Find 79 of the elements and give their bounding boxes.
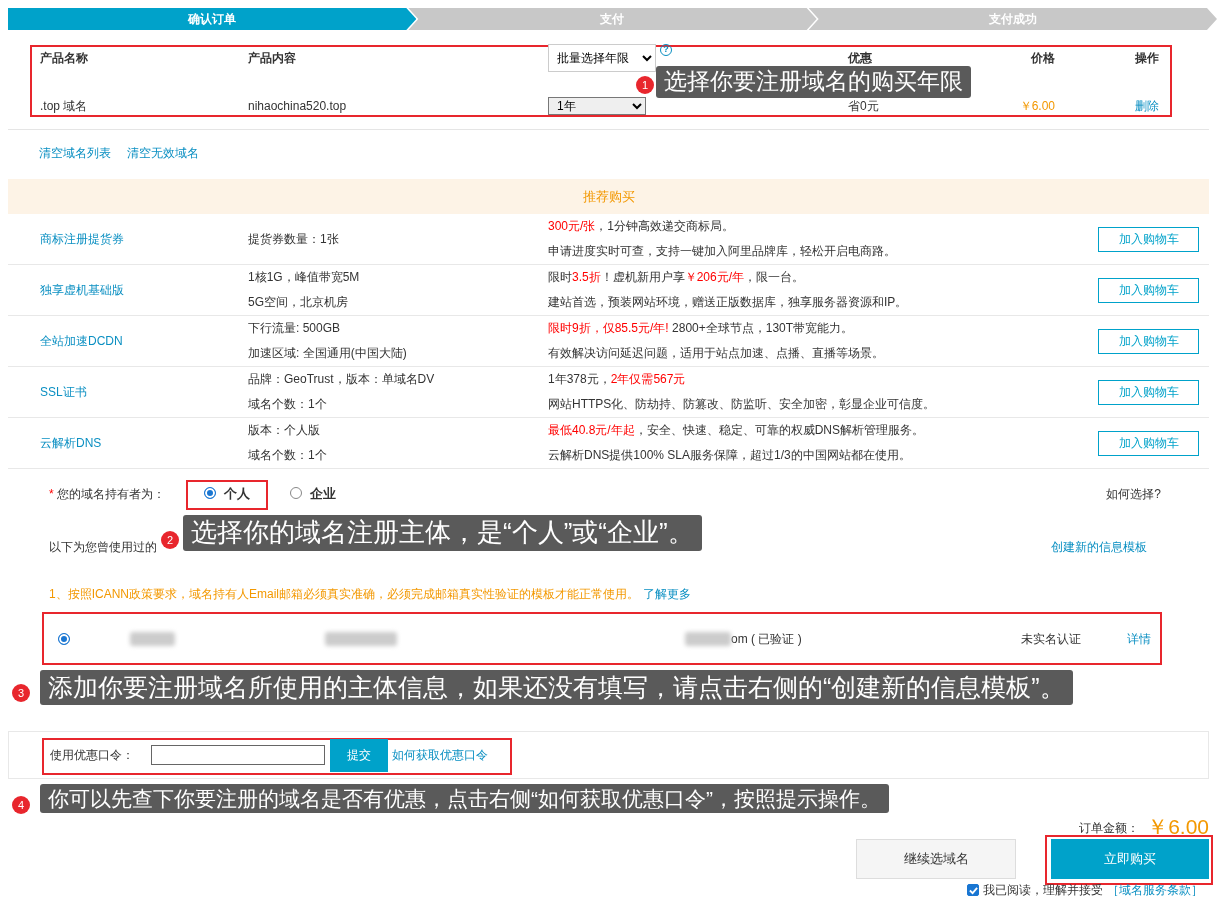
- spec-text: 版本：个人版: [248, 422, 321, 439]
- help-link[interactable]: 如何选择?: [1106, 485, 1161, 503]
- annotation-number: 2: [161, 531, 179, 549]
- buy-now-button[interactable]: 立即购买: [1051, 839, 1209, 879]
- column-header: 优惠: [848, 51, 872, 65]
- term-select[interactable]: 1年: [548, 96, 646, 115]
- description-text: 有效解决访问延迟问题，适用于站点加速、点播、直播等场景。: [548, 345, 885, 362]
- column-header: 产品内容: [248, 51, 296, 65]
- description-text: 建站首选，预装网站环境，赠送正版数据库，独享服务器资源和IP。: [548, 294, 909, 311]
- add-to-cart-button[interactable]: 加入购物车: [1098, 379, 1199, 405]
- product-link[interactable]: SSL证书: [40, 385, 87, 399]
- spec-text: 5G空间，北京机房: [248, 294, 349, 311]
- description-text: 最低40.8元/年起，安全、快速、稳定、可靠的权威DNS解析管理服务。: [548, 422, 926, 439]
- column-header: 产品名称: [40, 51, 88, 65]
- annotation-callout: 你可以先查下你要注册的域名是否有优惠，点击右侧“如何获取优惠口令”，按照提示操作。: [40, 784, 889, 814]
- description-text: 限时9折，仅85.5元/年! 2800+全球节点，130T带宽能力。: [548, 320, 855, 337]
- redaction-mark: [325, 632, 397, 646]
- spec-text: 域名个数：1个: [248, 396, 328, 413]
- field-label: 使用优惠口令：: [50, 747, 134, 764]
- total-label: 订单金额：: [1079, 820, 1140, 837]
- spec-text: 品牌：GeoTrust，版本：单域名DV: [248, 371, 436, 388]
- table-cell: .top 域名: [40, 98, 88, 113]
- intro-text: 以下为您曾使用过的: [49, 539, 157, 556]
- total-amount: ￥6.00: [1147, 816, 1209, 837]
- continue-button[interactable]: 继续选域名: [856, 839, 1016, 879]
- description-text: 300元/张，1分钟高效递交商标局。: [548, 218, 736, 235]
- add-to-cart-button[interactable]: 加入购物车: [1098, 328, 1199, 354]
- product-link[interactable]: 全站加速DCDN: [40, 334, 123, 348]
- table-cell: 省0元: [848, 98, 879, 113]
- add-to-cart-button[interactable]: 加入购物车: [1098, 226, 1199, 252]
- radio-option[interactable]: 个人: [204, 484, 250, 504]
- terms-link[interactable]: ［域名服务条款］: [1107, 882, 1203, 898]
- coupon-help-link[interactable]: 如何获取优惠口令: [392, 746, 488, 764]
- bulk-term-select[interactable]: 批量选择年限: [548, 44, 656, 72]
- annotation-callout: 选择你的域名注册主体，是“个人”或“企业”。: [183, 515, 702, 551]
- step-tab[interactable]: 确认订单: [8, 8, 417, 30]
- annotation-callout: 选择你要注册域名的购买年限: [656, 66, 971, 98]
- delete-link[interactable]: 删除: [1135, 98, 1159, 113]
- spec-text: 提货券数量：1张: [248, 230, 340, 248]
- price-text: ￥6.00: [1019, 98, 1055, 113]
- submit-button[interactable]: 提交: [330, 738, 388, 772]
- learn-more-link[interactable]: 了解更多: [643, 585, 691, 603]
- coupon-input[interactable]: [151, 745, 325, 765]
- annotation-callout: 添加你要注册域名所使用的主体信息，如果还没有填写，请点击右侧的“创建新的信息模板”。: [40, 670, 1073, 705]
- description-text: 云解析DNS提供100% SLA服务保障，超过1/3的中国网站都在使用。: [548, 447, 912, 464]
- spec-text: 下行流量: 500GB: [248, 320, 342, 337]
- description-text: 申请进度实时可查，支持一键加入阿里品牌库，轻松开启电商路。: [548, 243, 897, 260]
- redaction-mark: [130, 632, 175, 646]
- status-text: 未实名认证: [1021, 631, 1081, 648]
- annotation-number: 1: [636, 76, 654, 94]
- create-template-link[interactable]: 创建新的信息模板: [1051, 538, 1147, 556]
- email-text: om ( 已验证 ): [731, 631, 802, 648]
- product-link[interactable]: 云解析DNS: [40, 436, 102, 450]
- add-to-cart-button[interactable]: 加入购物车: [1098, 430, 1199, 456]
- description-text: 网站HTTPS化、防劫持、防篡改、防监听、安全加密，彰显企业可信度。: [548, 396, 937, 413]
- spec-text: 域名个数：1个: [248, 447, 328, 464]
- list-link[interactable]: 清空域名列表: [39, 144, 111, 162]
- radio-option[interactable]: 企业: [290, 484, 336, 504]
- section-header: 推荐购买: [8, 179, 1209, 214]
- notice-text: 1、按照ICANN政策要求，域名持有人Email邮箱必须真实准确，必须完成邮箱真实性验证的模板才能正常使用。: [49, 586, 639, 603]
- table-cell: nihaochina520.top: [248, 98, 347, 113]
- details-link[interactable]: 详情: [1127, 630, 1151, 648]
- add-to-cart-button[interactable]: 加入购物车: [1098, 277, 1199, 303]
- radio-button[interactable]: [58, 633, 70, 645]
- description-text: 限时3.5折！虚机新用户享￥206元/年，限一台。: [548, 269, 806, 286]
- list-link[interactable]: 清空无效域名: [127, 144, 199, 162]
- annotation-number: 4: [12, 796, 30, 814]
- description-text: 1年378元，2年仅需567元: [548, 371, 687, 388]
- redaction-mark: [685, 632, 731, 646]
- spec-text: 1核1G，峰值带宽5M: [248, 269, 361, 286]
- product-link[interactable]: 独享虚机基础版: [40, 283, 124, 297]
- product-link[interactable]: 商标注册提货券: [40, 232, 124, 246]
- agreement-text: 我已阅读，理解并接受: [983, 882, 1103, 898]
- field-label: * 您的域名持有者为：: [49, 486, 166, 503]
- column-header: 操作: [1135, 51, 1159, 65]
- agreement-checkbox[interactable]: [967, 884, 979, 896]
- spec-text: 加速区域: 全国通用(中国大陆): [248, 345, 408, 362]
- annotation-number: 3: [12, 684, 30, 702]
- column-header: 价格: [1031, 51, 1055, 65]
